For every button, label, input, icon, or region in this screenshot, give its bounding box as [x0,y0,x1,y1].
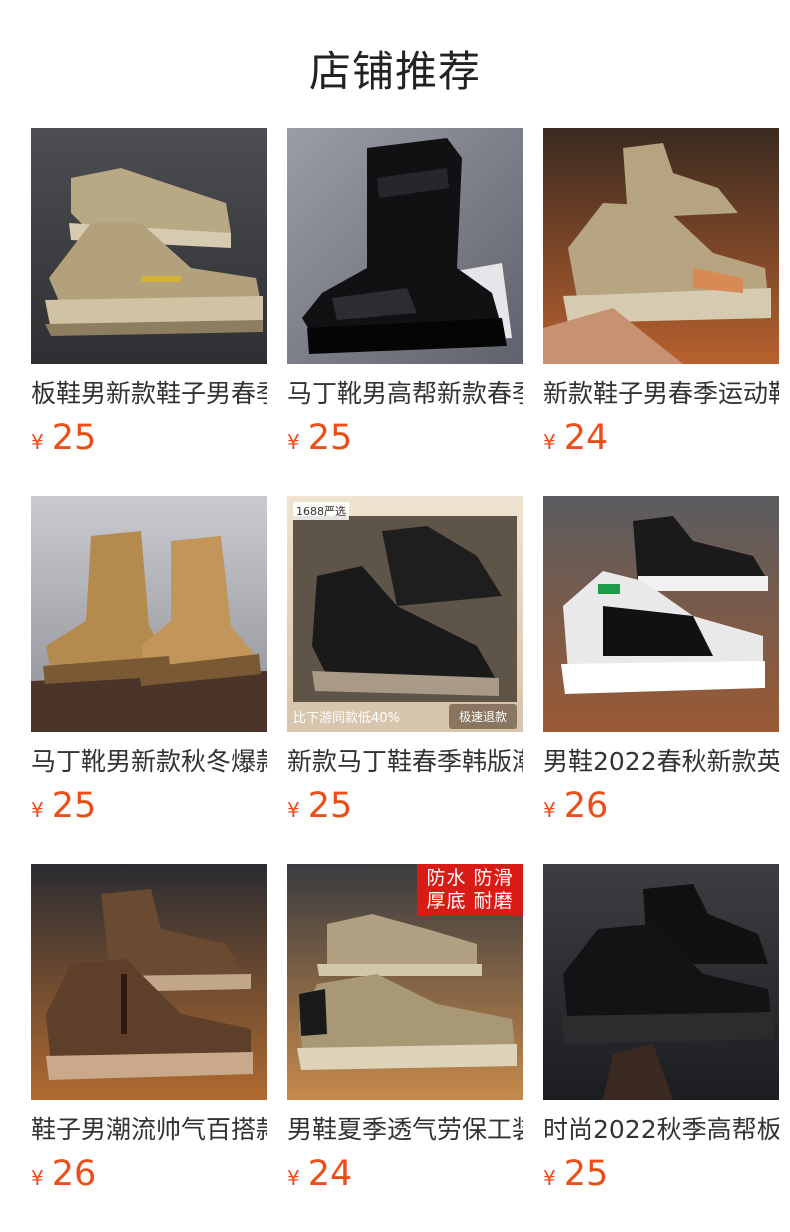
product-price: ¥24 [287,1154,523,1194]
product-card[interactable]: 防水 防滑 厚底 耐磨 男鞋夏季透气劳保工装 ¥24 [287,864,523,1232]
tan-boot-image[interactable] [31,496,267,732]
currency-symbol: ¥ [31,1166,44,1190]
product-name[interactable]: 马丁靴男新款秋冬爆款 [31,746,267,778]
khaki-hightop-image[interactable] [543,128,779,364]
currency-symbol: ¥ [543,430,556,454]
product-card[interactable]: 板鞋男新款鞋子男春季 ¥25 [31,128,267,496]
refund-tag: 极速退款 [448,704,517,729]
product-card[interactable]: 鞋子男潮流帅气百搭款 ¥26 [31,864,267,1232]
price-amount: 24 [307,1154,353,1194]
currency-symbol: ¥ [287,1166,300,1190]
black-white-sneaker-image[interactable] [543,496,779,732]
promo-banner-text: 比下游同款低40% [293,711,400,726]
product-price: ¥25 [287,786,523,826]
product-name[interactable]: 新款鞋子男春季运动鞋 [543,378,779,410]
price-amount: 25 [563,1154,609,1194]
product-name[interactable]: 马丁靴男高帮新款春季 [287,378,523,410]
product-price: ¥25 [31,786,267,826]
product-name[interactable]: 男鞋2022春秋新款英伦 [543,746,779,778]
product-name[interactable]: 鞋子男潮流帅气百搭款 [31,1114,267,1146]
feature-tag-line1: 防水 防滑 [426,867,514,889]
price-amount: 25 [307,786,353,826]
currency-symbol: ¥ [31,798,44,822]
currency-symbol: ¥ [543,1166,556,1190]
product-price: ¥25 [31,418,267,458]
product-card[interactable]: 马丁靴男高帮新款春季 ¥25 [287,128,523,496]
product-name[interactable]: 板鞋男新款鞋子男春季 [31,378,267,410]
price-amount: 24 [563,418,609,458]
product-price: ¥26 [31,1154,267,1194]
feature-tag: 防水 防滑 厚底 耐磨 [417,864,523,916]
price-amount: 25 [51,418,97,458]
currency-symbol: ¥ [287,430,300,454]
khaki-sneaker-image[interactable] [31,128,267,364]
product-card[interactable]: 男鞋2022春秋新款英伦 ¥26 [543,496,779,864]
currency-symbol: ¥ [543,798,556,822]
store-recommendations-page: 店铺推荐 板鞋男新款鞋子男春季 ¥ 25 马丁靴男高帮新款春季 ¥ 25 新款鞋… [0,0,790,1232]
price-amount: 25 [307,418,353,458]
black-boot-image[interactable] [287,128,523,364]
source-badge: 1688严选 [293,502,349,520]
product-grid: 板鞋男新款鞋子男春季 ¥25 马丁靴男高帮新款春季 ¥ 25 新款鞋子男春季运动… [31,128,781,1232]
price-amount: 26 [51,1154,97,1194]
feature-tag-line2: 厚底 耐磨 [426,890,514,912]
product-card[interactable]: 马丁靴男新款秋冬爆款 ¥25 [31,496,267,864]
price-amount: 25 [51,786,97,826]
product-price: ¥26 [543,786,779,826]
product-price: ¥25 [543,1154,779,1194]
product-card[interactable]: 1688严选 比下游同款低40% 极速退款 新款马丁鞋春季韩版潮 ¥25 [287,496,523,864]
product-price: ¥25 [287,418,523,458]
price-amount: 26 [563,786,609,826]
product-card[interactable]: 时尚2022秋季高帮板鞋 ¥25 [543,864,779,1232]
product-name[interactable]: 时尚2022秋季高帮板鞋 [543,1114,779,1146]
khaki-lowtop-image[interactable]: 防水 防滑 厚底 耐磨 [287,864,523,1100]
section-title: 店铺推荐 [308,47,481,96]
product-price: ¥24 [543,418,779,458]
product-name[interactable]: 新款马丁鞋春季韩版潮 [287,746,523,778]
product-name[interactable]: 男鞋夏季透气劳保工装 [287,1114,523,1146]
currency-symbol: ¥ [31,430,44,454]
brown-zip-boot-image[interactable] [31,864,267,1100]
black-leather-shoe-image[interactable]: 1688严选 比下游同款低40% 极速退款 [287,496,523,732]
product-card[interactable]: 新款鞋子男春季运动鞋 ¥24 [543,128,779,496]
black-zip-sneaker-image[interactable] [543,864,779,1100]
currency-symbol: ¥ [287,798,300,822]
